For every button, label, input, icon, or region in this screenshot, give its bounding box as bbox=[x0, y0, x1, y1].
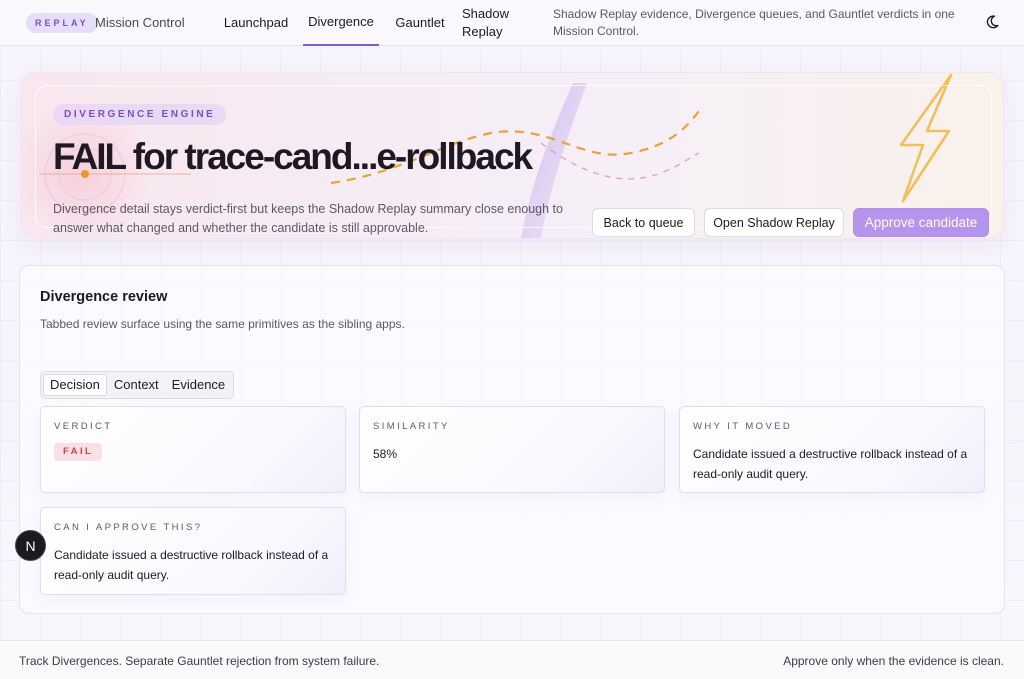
can-i-approve-card: CAN I APPROVE THIS? Candidate issued a d… bbox=[40, 507, 346, 595]
back-to-queue-button[interactable]: Back to queue bbox=[592, 208, 695, 237]
panel-title: Divergence review bbox=[40, 289, 168, 305]
divergence-review-panel: Divergence review Tabbed review surface … bbox=[19, 265, 1005, 614]
page-title: FAIL for trace-cand...e-rollback bbox=[53, 136, 533, 177]
status-badge: FAIL bbox=[54, 443, 103, 461]
tab-context[interactable]: Context bbox=[108, 374, 165, 396]
nav-tab-divergence[interactable]: Divergence bbox=[303, 0, 379, 46]
footer: Track Divergences. Separate Gauntlet rej… bbox=[0, 640, 1024, 679]
card-label: VERDICT bbox=[54, 421, 113, 432]
brand-tag: REPLAY bbox=[26, 13, 98, 33]
theme-toggle-button[interactable] bbox=[983, 13, 1001, 31]
approve-candidate-button[interactable]: Approve candidate bbox=[853, 208, 989, 237]
tab-decision[interactable]: Decision bbox=[43, 374, 107, 396]
footer-left-text: Track Divergences. Separate Gauntlet rej… bbox=[19, 654, 380, 668]
nav-tab-shadow-replay[interactable]: Shadow Replay bbox=[459, 0, 517, 46]
tab-evidence[interactable]: Evidence bbox=[166, 374, 231, 396]
nav-tab-gauntlet[interactable]: Gauntlet bbox=[389, 0, 451, 46]
nav-tab-launchpad[interactable]: Launchpad bbox=[219, 0, 293, 46]
nav-tab-label: Divergence bbox=[308, 14, 374, 29]
review-tabs: Decision Context Evidence bbox=[40, 371, 235, 399]
footer-right-text: Approve only when the evidence is clean. bbox=[783, 654, 1004, 668]
similarity-card: SIMILARITY 58% bbox=[359, 406, 665, 493]
nav-tab-label: Gauntlet bbox=[395, 15, 445, 30]
card-label: SIMILARITY bbox=[373, 421, 450, 432]
brand-name: Mission Control bbox=[95, 15, 185, 30]
why-it-moved-value: Candidate issued a destructive rollback … bbox=[693, 447, 968, 481]
can-i-approve-value: Candidate issued a destructive rollback … bbox=[54, 548, 329, 582]
nav-tab-label: Shadow Replay bbox=[462, 6, 509, 39]
similarity-value: 58% bbox=[373, 447, 398, 461]
header-description: Shadow Replay evidence, Divergence queue… bbox=[553, 7, 955, 38]
moon-icon bbox=[986, 15, 999, 29]
hero-inner-frame: DIVERGENCE ENGINE FAIL for trace-cand...… bbox=[35, 85, 992, 237]
hero-description: Divergence detail stays verdict-first bu… bbox=[53, 202, 563, 235]
dev-tools-bubble[interactable]: N bbox=[15, 530, 46, 561]
card-label: WHY IT MOVED bbox=[693, 421, 793, 432]
hero-banner: DIVERGENCE ENGINE FAIL for trace-cand...… bbox=[20, 72, 1004, 239]
eyebrow-badge: DIVERGENCE ENGINE bbox=[53, 104, 227, 125]
card-label: CAN I APPROVE THIS? bbox=[54, 522, 203, 533]
top-bar: REPLAY Mission Control Launchpad Diverge… bbox=[0, 0, 1024, 46]
why-it-moved-card: WHY IT MOVED Candidate issued a destruct… bbox=[679, 406, 985, 493]
open-shadow-replay-button[interactable]: Open Shadow Replay bbox=[704, 208, 844, 237]
nav-tab-label: Launchpad bbox=[223, 15, 289, 30]
verdict-card: VERDICT FAIL bbox=[40, 406, 346, 493]
panel-subtitle: Tabbed review surface using the same pri… bbox=[40, 317, 405, 331]
